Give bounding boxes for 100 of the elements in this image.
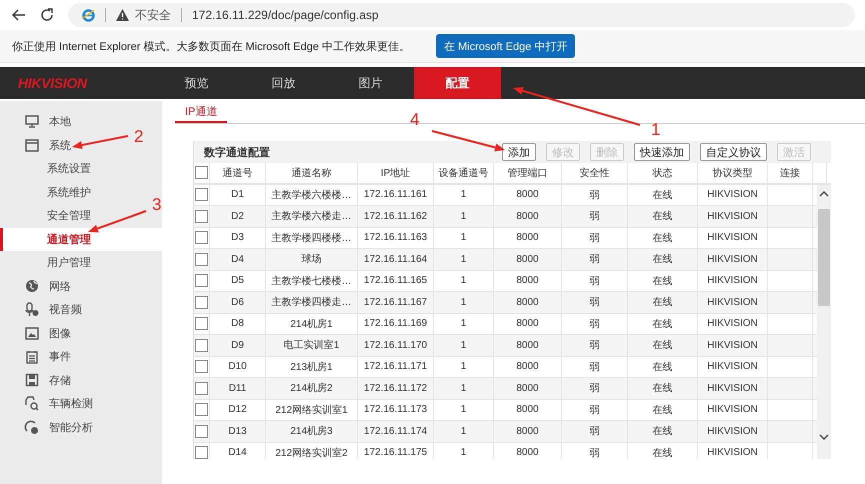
table-cell: HIKVISION (698, 206, 768, 226)
sidebar-item[interactable]: 存储 (0, 368, 71, 392)
table-cell: 弱 (562, 206, 628, 226)
table-cell: 1 (434, 228, 494, 248)
toolbar-button[interactable]: 添加 (502, 143, 536, 161)
sidebar-item[interactable]: 系统 (0, 134, 71, 157)
table-cell: 172.16.11.161 (358, 184, 434, 205)
nav-tab[interactable]: 图片 (327, 67, 414, 99)
row-checkbox[interactable] (195, 274, 208, 288)
sidebar-item[interactable]: 系统设置 (0, 157, 91, 180)
sidebar-item[interactable]: 智能分析 (0, 416, 93, 439)
row-checkbox[interactable] (195, 403, 208, 416)
annotation-number: 4 (410, 110, 420, 130)
table-cell: 8000 (494, 335, 562, 356)
table-cell: D9 (210, 335, 266, 356)
table-cell: 在线 (628, 249, 698, 270)
row-checkbox[interactable] (195, 424, 208, 438)
scroll-down-icon[interactable] (819, 434, 829, 440)
row-checkbox[interactable] (195, 296, 208, 309)
table-cell: D14 (210, 442, 266, 458)
table-cell: 8000 (494, 378, 562, 398)
table-cell: 8000 (494, 270, 562, 291)
table-cell: 1 (434, 270, 494, 291)
scrollbar[interactable] (817, 184, 831, 458)
table-cell: HIKVISION (698, 442, 768, 458)
column-header: 状态 (628, 163, 698, 182)
scroll-up-icon[interactable] (819, 190, 829, 196)
table-cell: 214机房2 (266, 378, 358, 398)
table-cell: 8000 (494, 314, 562, 334)
table-cell: HIKVISION (698, 378, 768, 398)
column-header: 协议类型 (698, 163, 768, 182)
address-bar[interactable]: 不安全 172.16.11.229/doc/page/config.asp (68, 3, 855, 27)
annotation-number: 3 (152, 195, 162, 215)
column-header: 安全性 (562, 163, 628, 182)
row-checkbox[interactable] (195, 252, 208, 266)
sidebar-item[interactable]: 安全管理 (0, 204, 91, 228)
tab[interactable]: IP通道 (175, 101, 228, 123)
sidebar-item[interactable]: 通道管理 (0, 228, 162, 251)
table-cell: 1 (434, 184, 494, 205)
sidebar-item[interactable]: 网络 (0, 274, 71, 298)
row-checkbox[interactable] (195, 317, 208, 330)
save-icon (24, 373, 38, 388)
toolbar-button[interactable]: 快速添加 (634, 143, 690, 161)
sidebar-item[interactable]: 图像 (0, 322, 71, 345)
table-cell: 172.16.11.174 (358, 421, 434, 442)
table-cell: HIKVISION (698, 249, 768, 270)
url-text: 172.16.11.229/doc/page/config.asp (192, 8, 379, 22)
column-header: 通道号 (210, 163, 266, 182)
sidebar-item[interactable]: 用户管理 (0, 251, 91, 274)
table-cell: 1 (434, 442, 494, 458)
annotation-number: 1 (651, 120, 660, 140)
toolbar-button[interactable]: 自定义协议 (700, 143, 767, 161)
table-cell: 弱 (562, 314, 628, 334)
open-in-edge-button[interactable]: 在 Microsoft Edge 中打开 (436, 34, 576, 58)
table-cell: 在线 (628, 400, 698, 420)
nav-tab[interactable]: 预览 (153, 67, 240, 99)
nav-tab[interactable]: 回放 (240, 67, 327, 99)
sidebar-item[interactable]: 本地 (0, 110, 71, 134)
row-checkbox[interactable] (195, 382, 208, 395)
row-checkbox[interactable] (195, 446, 208, 458)
row-checkbox[interactable] (195, 360, 208, 374)
sidebar-item[interactable]: 车辆检测 (0, 392, 93, 416)
table-cell: 弱 (562, 356, 628, 377)
row-checkbox[interactable] (195, 210, 208, 223)
table-cell: 在线 (628, 228, 698, 248)
table-cell: 在线 (628, 206, 698, 226)
table-cell: 172.16.11.165 (358, 270, 434, 291)
select-all-checkbox[interactable] (195, 166, 208, 180)
table-cell: 弱 (562, 228, 628, 248)
sidebar-item[interactable]: 事件 (0, 345, 71, 368)
back-button[interactable] (12, 9, 26, 21)
table-cell: 在线 (628, 421, 698, 442)
table-cell: 球场 (266, 249, 358, 270)
table-cell: 1 (434, 335, 494, 356)
table-cell: D3 (210, 228, 266, 248)
sidebar-item[interactable]: 视音频 (0, 298, 82, 322)
nav-tab[interactable]: 配置 (414, 67, 501, 99)
table-cell: 1 (434, 292, 494, 312)
annotation-number: 2 (134, 127, 144, 147)
table-cell: 弱 (562, 378, 628, 398)
row-checkbox[interactable] (195, 188, 208, 202)
table-cell: 172.16.11.169 (358, 314, 434, 334)
table-cell: 8000 (494, 228, 562, 248)
table-cell: 8000 (494, 249, 562, 270)
row-checkbox[interactable] (195, 338, 208, 352)
security-label: 不安全 (135, 6, 171, 24)
logo: HIKVISION (18, 75, 87, 91)
sidebar-item[interactable]: 系统维护 (0, 180, 91, 204)
row-checkbox[interactable] (195, 231, 208, 244)
column-header: 通道名称 (266, 163, 358, 182)
warning-icon (116, 9, 129, 21)
table-cell: 172.16.11.173 (358, 400, 434, 420)
table-cell: 电工实训室1 (266, 335, 358, 356)
table-cell: D10 (210, 356, 266, 377)
table-cell: 172.16.11.163 (358, 228, 434, 248)
column-header: 连接 (768, 163, 813, 182)
table-cell: D6 (210, 292, 266, 312)
refresh-button[interactable] (40, 8, 54, 22)
table-cell: 8000 (494, 442, 562, 458)
column-header: 设备通道号 (434, 163, 494, 182)
